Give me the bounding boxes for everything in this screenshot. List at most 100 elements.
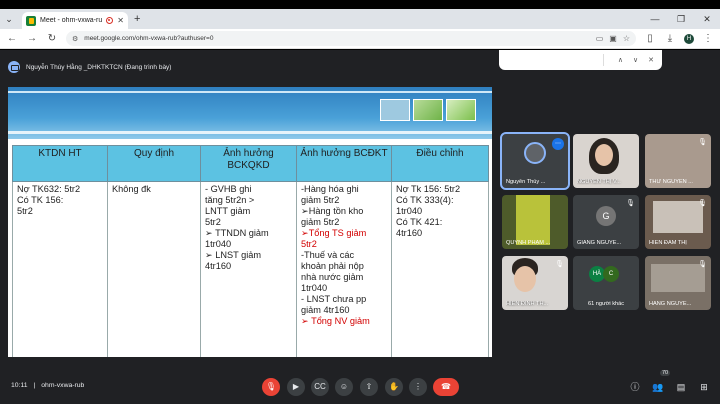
chat-icon[interactable]: ▤ — [674, 380, 688, 394]
participant-tile[interactable]: 🎙 HIỀN ĐINH TH... — [502, 256, 568, 310]
sidebar-icon[interactable]: ▯ — [644, 33, 656, 44]
avatar — [524, 142, 546, 164]
cell-bcdkt: -Hàng hóa ghi giảm 5tr2 ➢Hàng tồn kho gi… — [296, 181, 392, 357]
cell-text: nhà nước giảm — [301, 272, 364, 282]
speaking-icon: ⋯ — [552, 138, 564, 150]
present-icon[interactable]: ⇧ — [360, 378, 378, 396]
participant-tile[interactable]: NGUYỄN THỊ V... — [573, 134, 639, 188]
profile-avatar[interactable]: H — [684, 33, 694, 44]
cell-text: 1tr040 — [301, 283, 328, 293]
mic-off-icon: 🎙 — [555, 261, 564, 268]
participant-tile[interactable]: 🎙 THƯ NGUYỄN ... — [645, 134, 711, 188]
participant-tile[interactable]: QUỲNH PHẠM ... — [502, 195, 568, 249]
tab-meet[interactable]: Meet - ohm-vxwa-rub ✕ — [22, 12, 128, 29]
cell-text: 5tr2 — [205, 217, 221, 227]
downloads-icon[interactable]: ⤓ — [664, 33, 676, 44]
maximize-icon[interactable]: ❐ — [668, 14, 694, 25]
cell-text-highlight: 5tr2 — [301, 239, 317, 249]
chevron-up-icon[interactable]: ∧ — [618, 56, 623, 64]
floating-toolbar: ∧ ∨ ✕ — [499, 50, 662, 70]
address-row: ← → ↻ ⚙ meet.google.com/ohm-vxwa-rub?aut… — [0, 29, 720, 49]
bookmark-icon[interactable]: ☆ — [623, 34, 630, 43]
mic-off-icon[interactable]: 🎙 — [262, 378, 280, 396]
table-header-row: KTDN HT Quy định Ảnh hưởng BCKQKD Ảnh hư… — [12, 145, 489, 182]
cell-dieu-chinh: Nợ Tk 156: 5tr2 Có TK 333(4): 1tr040 Có … — [391, 181, 489, 357]
minimize-icon[interactable]: — — [642, 14, 668, 24]
screen: ⌄ Meet - ohm-vxwa-rub ✕ + — ❐ ✕ ← → ↻ ⚙ … — [0, 0, 720, 404]
tab-search-icon[interactable]: ⌄ — [0, 9, 18, 29]
cell-text: ➢ LNST giảm — [205, 250, 262, 260]
participant-name: Nguyễn Thúy ... — [506, 179, 546, 185]
participant-name: THƯ NGUYỄN ... — [649, 179, 693, 185]
meet-stage: Nguyễn Thúy Hằng _DHKTKTCN (Đang trình b… — [0, 50, 720, 404]
cell-text: 4tr160 — [205, 261, 232, 271]
new-tab-button[interactable]: + — [134, 12, 140, 29]
meeting-info: 10:11 | ohm-vxwa-rub — [11, 382, 84, 389]
cell-text: -Thuế và các — [301, 250, 355, 260]
forward-icon[interactable]: → — [26, 33, 38, 44]
header-ktdn: KTDN HT — [12, 145, 108, 182]
more-icon[interactable]: ⋮ — [409, 378, 427, 396]
cell-text: tăng 5tr2n > — [205, 195, 255, 205]
cell-text: - GVHB ghi — [205, 184, 252, 194]
close-icon[interactable]: ✕ — [648, 56, 654, 64]
participant-tile[interactable]: 🎙 HIỀN ĐÀM THỊ — [645, 195, 711, 249]
cell-text: khoản phải nộp — [301, 261, 364, 271]
camera-icon[interactable]: ▶ — [287, 378, 305, 396]
people-icon[interactable]: 👥 — [651, 380, 665, 394]
cell-text: giảm 5tr2 — [301, 217, 340, 227]
video-feed-face — [514, 266, 536, 292]
cell-text: - LNST chưa pp — [301, 294, 367, 304]
site-info-icon[interactable]: ⚙ — [72, 35, 78, 43]
video-feed — [651, 264, 705, 292]
tab-title: Meet - ohm-vxwa-rub — [40, 17, 103, 24]
cell-text: Nợ Tk 156: 5tr2 — [396, 184, 461, 194]
info-icon[interactable]: ⓘ — [628, 380, 642, 394]
chevron-down-icon[interactable]: ∨ — [633, 56, 638, 64]
participant-name: QUỲNH PHẠM ... — [506, 240, 551, 246]
activities-icon[interactable]: ⊞ — [697, 380, 711, 394]
cell-text: 1tr040 — [396, 206, 423, 216]
mic-off-icon: 🎙 — [698, 261, 707, 268]
window-controls: — ❐ ✕ — [642, 9, 720, 29]
meeting-code: ohm-vxwa-rub — [41, 382, 85, 389]
close-window-icon[interactable]: ✕ — [694, 14, 720, 25]
header-bcdkt: Ảnh hưởng BCĐKT — [296, 145, 392, 182]
emoji-icon[interactable]: ☺ — [335, 378, 353, 396]
captions-icon[interactable]: CC — [311, 378, 329, 396]
slide-table: KTDN HT Quy định Ảnh hưởng BCKQKD Ảnh hư… — [12, 145, 489, 357]
slide-decor-leaf — [413, 99, 443, 121]
participant-tile[interactable]: ⋯ Nguyễn Thúy ... — [500, 132, 570, 190]
clock-time: 10:11 — [11, 382, 28, 389]
cell-quy-dinh: Không đk — [107, 181, 201, 357]
participant-tile[interactable]: HÀ C 61 người khác — [573, 256, 639, 310]
close-tab-icon[interactable]: ✕ — [117, 16, 124, 25]
cell-text: 4tr160 — [396, 228, 423, 238]
participant-count-badge: 70 — [660, 370, 671, 376]
extension-icon[interactable]: ▣ — [609, 34, 617, 43]
menu-icon[interactable]: ⋮ — [702, 33, 714, 44]
cell-text: -Hàng hóa ghi — [301, 184, 359, 194]
participant-tile[interactable]: G 🎙 GIANG NGUYỄ... — [573, 195, 639, 249]
cell-text: ➢Hàng tồn kho — [301, 206, 364, 216]
separator: | — [33, 382, 36, 389]
cast-icon[interactable]: ▭ — [596, 34, 604, 43]
meet-favicon-icon — [26, 15, 36, 26]
presenting-icon — [8, 61, 20, 73]
video-feed — [653, 201, 703, 233]
reload-icon[interactable]: ↻ — [46, 33, 58, 44]
participant-name: HẰNG NGUYỄ... — [649, 301, 692, 307]
back-icon[interactable]: ← — [6, 33, 18, 44]
address-bar[interactable]: ⚙ meet.google.com/ohm-vxwa-rub?authuser=… — [66, 31, 636, 46]
cell-text: Có TK 333(4): — [396, 195, 454, 205]
slide-decor-square — [380, 99, 410, 121]
participant-tile[interactable]: 🎙 HẰNG NGUYỄ... — [645, 256, 711, 310]
cell-text: giảm 4tr160 — [301, 305, 350, 315]
raise-hand-icon[interactable]: ✋ — [385, 378, 403, 396]
video-feed-face — [595, 144, 613, 166]
table-row: Nợ TK632: 5tr2 Có TK 156: 5tr2 Không đk … — [12, 181, 489, 357]
cell-text: 5tr2 — [17, 206, 33, 216]
end-call-icon[interactable]: ☎ — [433, 378, 459, 396]
mic-off-icon: 🎙 — [698, 139, 707, 146]
slide-header-band — [8, 87, 492, 139]
